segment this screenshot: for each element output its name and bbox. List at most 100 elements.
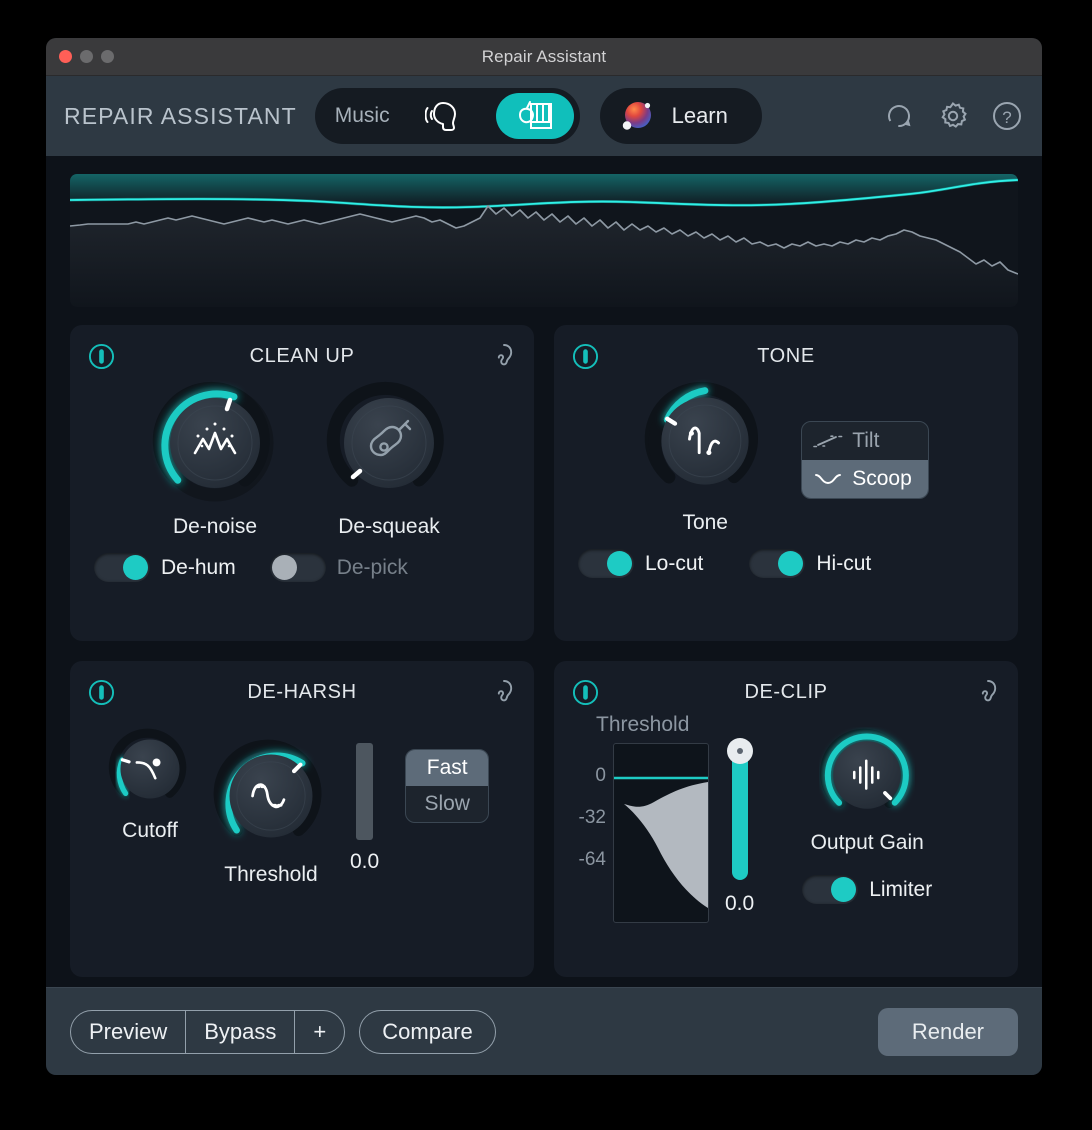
preview-button[interactable]: Preview [71,1011,185,1053]
tilt-label: Tilt [852,429,879,453]
toggle-limiter[interactable]: Limiter [802,875,932,904]
knob-output-gain[interactable]: Output Gain [811,727,924,855]
guitar-piano-icon [514,99,556,133]
lo-cut-thumb [607,551,632,576]
settings-button[interactable] [934,97,972,135]
mode-music-button[interactable] [496,93,574,139]
mode-segmented-control[interactable]: Music [315,88,580,144]
scale-32: -32 [572,807,606,829]
compare-label: Compare [382,1019,472,1045]
scale-64: -64 [572,849,606,871]
deharsh-title: DE-HARSH [88,681,516,704]
spectrum-curves [70,174,1018,307]
threshold-harsh-label: Threshold [224,863,317,887]
toggle-lo-cut[interactable]: Lo-cut [578,549,703,578]
cutoff-knob-dial[interactable] [108,727,192,811]
tone-knob-dial[interactable] [643,379,767,503]
declip-threshold-slider-group[interactable]: 0.0 [725,747,754,923]
speed-option-slow[interactable]: Slow [406,786,488,822]
de-pick-label: De-pick [337,556,408,580]
de-pick-switch[interactable] [270,553,326,582]
declip-slider-knob[interactable] [727,738,753,764]
bypass-label: Bypass [204,1019,276,1045]
knob-tone[interactable]: Tone [643,379,767,535]
declip-output-group: Output Gain Limiter [802,727,932,923]
tone-option-scoop[interactable]: Scoop [802,460,928,498]
declip-scale: 0 -32 -64 [572,743,606,923]
mode-voice-button[interactable] [408,93,486,139]
app-header: REPAIR ASSISTANT Music [46,76,1042,156]
de-squeak-knob-dial[interactable] [325,379,453,507]
de-hum-thumb [123,555,148,580]
tone-header: TONE [572,339,1000,373]
de-noise-knob-dial[interactable] [151,379,279,507]
de-noise-label: De-noise [173,515,257,539]
fast-label: Fast [427,756,468,780]
tone-label: Tone [682,511,728,535]
threshold-knob-dial[interactable] [212,737,330,855]
module-tone: TONE [554,325,1018,641]
learn-label: Learn [672,103,728,129]
toggle-hi-cut[interactable]: Hi-cut [749,549,871,578]
knob-cutoff[interactable]: Cutoff [108,727,192,843]
render-button[interactable]: Render [878,1008,1018,1056]
speed-option-fast[interactable]: Fast [406,750,488,786]
lo-cut-label: Lo-cut [645,552,703,576]
scoop-icon [813,471,843,487]
tone-option-tilt[interactable]: Tilt [802,422,928,460]
declip-title: DE-CLIP [572,681,1000,704]
lo-cut-switch[interactable] [578,549,634,578]
declip-threshold-slider[interactable] [732,747,748,880]
add-label: + [313,1019,326,1045]
toggle-de-pick[interactable]: De-pick [270,553,408,582]
tilt-icon [813,433,843,449]
declip-threshold-group: Threshold 0 -32 -64 [572,713,709,923]
module-declip: DE-CLIP Threshold 0 -32 -64 [554,661,1018,977]
deharsh-meter-value: 0.0 [350,850,379,874]
module-cleanup: CLEAN UP [70,325,534,641]
scoop-label: Scoop [852,467,912,491]
gear-icon [936,99,970,133]
toggle-de-hum[interactable]: De-hum [94,553,236,582]
de-hum-switch[interactable] [94,553,150,582]
deharsh-meter-bar [356,743,373,840]
deharsh-header: DE-HARSH [88,675,516,709]
reset-icon [882,99,916,133]
spectrum-display[interactable] [70,174,1018,307]
assistant-sphere-icon [616,95,658,137]
cutoff-label: Cutoff [122,819,178,843]
reset-button[interactable] [880,97,918,135]
cleanup-header: CLEAN UP [88,339,516,373]
compare-button[interactable]: Compare [359,1010,495,1054]
speaking-head-icon [425,99,469,133]
output-gain-knob-dial[interactable] [819,727,915,823]
declip-histogram[interactable] [613,743,709,923]
plugin-window: Repair Assistant REPAIR ASSISTANT Music [46,38,1042,1075]
de-pick-thumb [272,555,297,580]
tone-title: TONE [572,345,1000,368]
declip-slider-value: 0.0 [725,892,754,916]
declip-header: DE-CLIP [572,675,1000,709]
learn-button[interactable]: Learn [600,88,762,144]
limiter-thumb [831,877,856,902]
tone-shape-selector[interactable]: Tilt Scoop [801,421,929,499]
mode-label: Music [335,104,390,128]
limiter-switch[interactable] [802,875,858,904]
slow-label: Slow [424,792,470,816]
deharsh-speed-selector[interactable]: Fast Slow [405,749,489,823]
declip-threshold-label: Threshold [596,713,709,737]
cleanup-title: CLEAN UP [88,345,516,368]
knob-threshold-harsh[interactable]: Threshold [212,737,330,887]
render-label: Render [912,1019,984,1045]
header-icon-group: ? [880,97,1026,135]
add-button[interactable]: + [294,1011,344,1053]
help-button[interactable]: ? [988,97,1026,135]
knob-de-noise[interactable]: De-noise [151,379,279,539]
module-deharsh: DE-HARSH [70,661,534,977]
bypass-button[interactable]: Bypass [185,1011,294,1053]
hi-cut-switch[interactable] [749,549,805,578]
scale-0: 0 [572,765,606,787]
declip-histogram-plot [614,744,708,922]
knob-de-squeak[interactable]: De-squeak [325,379,453,539]
output-gain-label: Output Gain [811,831,924,855]
